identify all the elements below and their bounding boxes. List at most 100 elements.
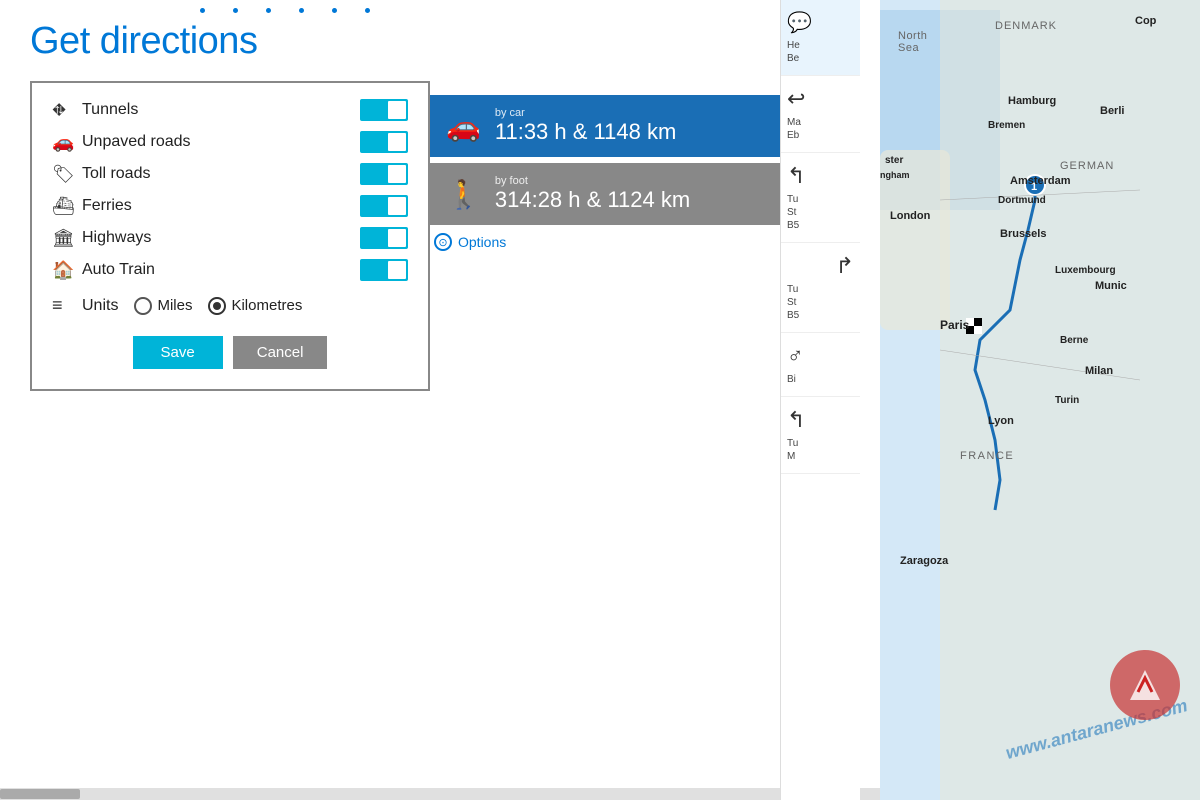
city-luxembourg: Luxembourg xyxy=(1055,265,1116,276)
antara-logo-svg xyxy=(1120,660,1170,710)
city-amsterdam: Amsterdam xyxy=(1010,175,1071,187)
city-zaragoza: Zaragoza xyxy=(900,555,948,567)
page-title: Get directions xyxy=(30,20,850,63)
units-radio-group: Miles Kilometres xyxy=(134,297,302,315)
turn-item-4[interactable]: ♂ Bi xyxy=(781,333,860,397)
ferries-toggle[interactable] xyxy=(360,195,408,217)
kilometres-radio[interactable]: Kilometres xyxy=(208,297,302,315)
city-munich: Munic xyxy=(1095,280,1127,292)
unpaved-roads-label: Unpaved roads xyxy=(82,133,360,151)
top-dots xyxy=(200,8,370,13)
turn-text-1: MaEb xyxy=(787,116,854,142)
city-hamburg: Hamburg xyxy=(1008,95,1056,107)
ferries-row: ⛴ Ferries xyxy=(52,195,408,217)
foot-info: by foot 314:28 h & 1124 km xyxy=(495,175,690,213)
ferries-icon: ⛴ xyxy=(52,196,82,217)
tunnels-toggle[interactable] xyxy=(360,99,408,121)
turn-item-0[interactable]: 💬 HeBe xyxy=(781,0,860,76)
main-container: Get directions ⛖ Tunnels 🚗 Unpaved roads… xyxy=(0,0,1200,800)
turn-item-3[interactable]: ↰ TuStB5 xyxy=(781,243,860,333)
antara-logo xyxy=(1110,650,1180,720)
car-time: 11:33 h & 1148 km xyxy=(495,119,676,145)
turn-item-5[interactable]: ↰ TuM xyxy=(781,397,860,474)
save-button[interactable]: Save xyxy=(133,336,223,369)
turn-item-1[interactable]: ↩ MaEb xyxy=(781,76,860,153)
city-turin: Turin xyxy=(1055,395,1079,406)
toll-roads-toggle[interactable] xyxy=(360,163,408,185)
by-car-card[interactable]: 🚗 by car 11:33 h & 1148 km xyxy=(430,95,800,157)
city-brussels: Brussels xyxy=(1000,228,1046,240)
city-ngham: ngham xyxy=(880,170,910,180)
dot-3 xyxy=(266,8,271,13)
city-lyon: Lyon xyxy=(988,415,1014,427)
options-box: ⛖ Tunnels 🚗 Unpaved roads 🏷 Toll roads ⛴… xyxy=(30,81,430,391)
city-bremen: Bremen xyxy=(988,120,1025,131)
france-label: FRANCE xyxy=(960,450,1014,462)
turn-text-2: TuStB5 xyxy=(787,193,854,232)
auto-train-row: 🏠 Auto Train xyxy=(52,259,408,281)
dot-1 xyxy=(200,8,205,13)
bottom-scrollbar[interactable] xyxy=(0,788,880,800)
left-panel: Get directions ⛖ Tunnels 🚗 Unpaved roads… xyxy=(0,0,880,800)
cancel-button[interactable]: Cancel xyxy=(233,336,328,369)
car-mode: by car xyxy=(495,107,676,119)
directions-section: 🚗 by car 11:33 h & 1148 km 🚶 by foot 314… xyxy=(430,95,800,251)
city-berne: Berne xyxy=(1060,335,1088,346)
ferries-label: Ferries xyxy=(82,197,360,215)
city-ster: ster xyxy=(885,155,903,166)
kilometres-radio-circle[interactable] xyxy=(208,297,226,315)
highways-label: Highways xyxy=(82,229,360,247)
options-link[interactable]: ⊙ Options xyxy=(430,233,800,251)
dot-6 xyxy=(365,8,370,13)
dot-5 xyxy=(332,8,337,13)
highways-toggle[interactable] xyxy=(360,227,408,249)
auto-train-icon: 🏠 xyxy=(52,260,82,281)
unpaved-roads-icon: 🚗 xyxy=(52,132,82,153)
by-foot-card[interactable]: 🚶 by foot 314:28 h & 1124 km xyxy=(430,163,800,225)
units-row: ≡ Units Miles Kilometres xyxy=(52,295,408,316)
options-circle-icon: ⊙ xyxy=(434,233,452,251)
highways-row: 🏛 Highways xyxy=(52,227,408,249)
foot-time: 314:28 h & 1124 km xyxy=(495,187,690,213)
auto-train-label: Auto Train xyxy=(82,261,360,279)
turn-icon-2: ↰ xyxy=(787,163,854,189)
turn-text-5: TuM xyxy=(787,437,854,463)
turn-item-2[interactable]: ↰ TuStB5 xyxy=(781,153,860,243)
north-sea-label: NorthSea xyxy=(898,30,927,54)
turn-icon-4: ♂ xyxy=(787,343,854,369)
tunnels-label: Tunnels xyxy=(82,101,360,119)
turn-sidebar: 💬 HeBe ↩ MaEb ↰ TuStB5 ↰ TuStB5 ♂ Bi ↰ T… xyxy=(780,0,860,800)
unpaved-roads-toggle[interactable] xyxy=(360,131,408,153)
turn-icon-5: ↰ xyxy=(787,407,854,433)
turn-text-0: HeBe xyxy=(787,39,854,65)
highways-icon: 🏛 xyxy=(52,228,82,249)
map-background: 1 NorthSea DENMARK GERMAN FRANCE Cop Ham… xyxy=(880,0,1200,800)
denmark-label: DENMARK xyxy=(995,20,1057,32)
foot-icon: 🚶 xyxy=(446,178,481,211)
scrollbar-thumb[interactable] xyxy=(0,789,80,799)
auto-train-toggle[interactable] xyxy=(360,259,408,281)
city-paris: Paris xyxy=(940,318,969,332)
foot-mode: by foot xyxy=(495,175,690,187)
units-label: Units xyxy=(82,297,118,315)
miles-radio[interactable]: Miles xyxy=(134,297,192,315)
toll-roads-row: 🏷 Toll roads xyxy=(52,163,408,185)
city-milan: Milan xyxy=(1085,365,1113,377)
turn-icon-3: ↰ xyxy=(787,253,854,279)
tunnels-icon: ⛖ xyxy=(52,100,82,121)
toll-roads-icon: 🏷 xyxy=(52,164,82,185)
city-copenhagen: Cop xyxy=(1135,15,1156,27)
turn-text-3: TuStB5 xyxy=(787,283,854,322)
city-london: London xyxy=(890,210,930,222)
miles-label: Miles xyxy=(157,297,192,314)
toll-roads-label: Toll roads xyxy=(82,165,360,183)
units-icon: ≡ xyxy=(52,295,82,316)
map-panel: 1 NorthSea DENMARK GERMAN FRANCE Cop Ham… xyxy=(880,0,1200,800)
car-info: by car 11:33 h & 1148 km xyxy=(495,107,676,145)
dot-2 xyxy=(233,8,238,13)
turn-text-4: Bi xyxy=(787,373,854,386)
miles-radio-circle[interactable] xyxy=(134,297,152,315)
dot-4 xyxy=(299,8,304,13)
turn-icon-1: ↩ xyxy=(787,86,854,112)
turn-icon-0: 💬 xyxy=(787,10,854,35)
